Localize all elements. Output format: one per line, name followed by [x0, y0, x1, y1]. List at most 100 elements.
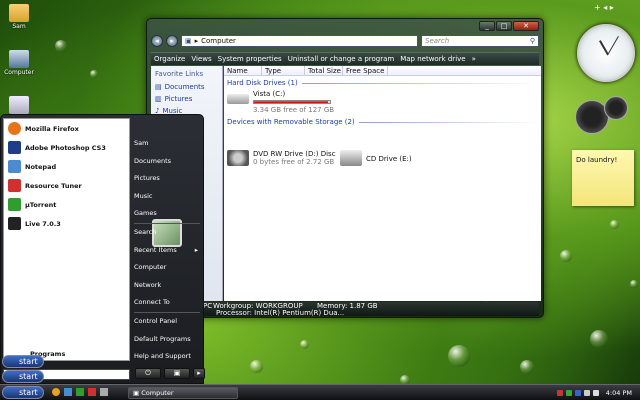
navigation-bar: ◂ ▸ ▣ ▸ Computer Search ⚲	[151, 34, 539, 48]
views-button[interactable]: Views	[191, 55, 211, 63]
taskbar: start ▣ Computer 4:04 PM	[0, 384, 640, 400]
firefox-icon	[8, 122, 21, 135]
desktop-icon-label: Sam	[12, 23, 26, 30]
pictures-icon: ▥	[155, 95, 162, 103]
address-text: Computer	[201, 37, 236, 45]
program-resource-tuner[interactable]: Resource Tuner	[4, 176, 129, 195]
close-button[interactable]: ✕	[513, 21, 539, 31]
address-arrow-icon: ▸	[194, 37, 199, 45]
desktop-icon-computer[interactable]: Computer	[2, 50, 36, 76]
note-text: Do laundry!	[576, 156, 618, 164]
program-notepad[interactable]: Notepad	[4, 157, 129, 176]
start-button-ghost: start	[2, 370, 44, 383]
memory-meter-gadget	[604, 96, 628, 120]
volume-icon[interactable]	[592, 390, 599, 396]
link-user[interactable]: Sam	[134, 135, 204, 153]
sidebar-controls[interactable]: + ◂ ▸	[594, 3, 614, 12]
drive-d[interactable]: DVD RW Drive (D:) Disc 0 bytes free of 2…	[227, 150, 336, 166]
quick-launch-icon[interactable]	[88, 388, 96, 396]
power-controls: ⏻ ▣ ▸	[135, 368, 205, 379]
quick-launch-icon[interactable]	[64, 388, 72, 396]
link-computer[interactable]: Computer	[134, 259, 204, 277]
tray-icon[interactable]	[583, 390, 590, 396]
drive-free-text: 0 bytes free of 2.72 GB	[253, 158, 335, 166]
column-total-size[interactable]: Total Size	[305, 66, 343, 75]
group-hard-disk-drives[interactable]: Hard Disk Drives (1)	[224, 76, 541, 87]
link-control-panel[interactable]: Control Panel	[134, 313, 204, 331]
program-utorrent[interactable]: µTorrent	[4, 195, 129, 214]
desktop-icon-label: Computer	[4, 69, 34, 76]
column-type[interactable]: Type	[262, 66, 305, 75]
forward-button[interactable]: ▸	[166, 35, 178, 47]
minimize-button[interactable]: _	[479, 21, 495, 31]
hard-disk-icon	[227, 94, 249, 104]
program-firefox[interactable]: Mozilla Firefox	[4, 119, 129, 138]
system-properties-button[interactable]: System properties	[218, 55, 282, 63]
start-button-ghost: start	[2, 355, 44, 368]
drive-e[interactable]: CD Drive (E:)	[340, 150, 412, 166]
link-search[interactable]: Search	[134, 224, 204, 242]
start-menu-links: Sam Documents Pictures Music Games Searc…	[134, 135, 204, 366]
start-menu[interactable]: Mozilla Firefox Adobe Photoshop CS3 Note…	[0, 114, 205, 384]
pinned-programs: Mozilla Firefox Adobe Photoshop CS3 Note…	[3, 118, 130, 361]
drive-c[interactable]: Vista (C:) 3.34 GB free of 127 GB	[227, 90, 334, 114]
power-options-button[interactable]: ▸	[193, 368, 205, 379]
desktop-icon-recycle-bin[interactable]	[2, 96, 36, 115]
quick-launch-icon[interactable]	[100, 388, 108, 396]
quick-launch-icon[interactable]	[76, 388, 84, 396]
link-documents[interactable]: Documents	[134, 153, 204, 171]
uninstall-program-button[interactable]: Uninstall or change a program	[288, 55, 395, 63]
start-button[interactable]: start	[2, 386, 44, 399]
utorrent-icon	[8, 198, 21, 211]
address-bar[interactable]: ▣ ▸ Computer	[181, 35, 418, 47]
link-network[interactable]: Network	[134, 277, 204, 295]
program-photoshop[interactable]: Adobe Photoshop CS3	[4, 138, 129, 157]
quick-launch-icon[interactable]	[52, 388, 60, 396]
organize-button[interactable]: Organize	[154, 55, 185, 63]
link-connect-to[interactable]: Connect To	[134, 294, 204, 312]
explorer-window[interactable]: _ □ ✕ ◂ ▸ ▣ ▸ Computer Search ⚲ Organize…	[146, 18, 544, 318]
clock-time[interactable]: 4:04 PM	[606, 389, 632, 397]
dvd-drive-icon	[227, 150, 249, 166]
submenu-arrow-icon: ▸	[194, 245, 198, 254]
link-pictures[interactable]: Pictures	[134, 170, 204, 188]
favorite-link-documents[interactable]: ▤ Documents	[151, 81, 222, 93]
taskbar-button-computer[interactable]: ▣ Computer	[128, 387, 238, 399]
notes-gadget[interactable]: Do laundry!	[572, 150, 634, 206]
link-games[interactable]: Games	[134, 205, 204, 223]
link-default-programs[interactable]: Default Programs	[134, 331, 204, 349]
more-commands-button[interactable]: »	[472, 55, 476, 63]
photoshop-icon	[8, 141, 21, 154]
program-live[interactable]: Live 7.0.3	[4, 214, 129, 233]
tray-icon[interactable]	[556, 390, 563, 396]
clock-gadget	[577, 24, 635, 82]
group-removable-storage[interactable]: Devices with Removable Storage (2)	[224, 115, 541, 126]
drive-free-text: 3.34 GB free of 127 GB	[253, 106, 335, 114]
column-headers: Name Type Total Size Free Space	[224, 66, 541, 76]
back-button[interactable]: ◂	[151, 35, 163, 47]
notepad-icon	[8, 160, 21, 173]
drive-name: CD Drive (E:)	[366, 155, 412, 163]
column-free-space[interactable]: Free Space	[343, 66, 388, 75]
documents-icon: ▤	[155, 83, 162, 91]
favorite-link-pictures[interactable]: ▥ Pictures	[151, 93, 222, 105]
link-recent-items[interactable]: Recent Items ▸	[134, 242, 204, 260]
link-music[interactable]: Music	[134, 188, 204, 206]
tray-icon[interactable]	[565, 390, 572, 396]
column-name[interactable]: Name	[224, 66, 262, 75]
maximize-button[interactable]: □	[496, 21, 512, 31]
recycle-bin-icon	[9, 96, 29, 114]
computer-icon	[9, 50, 29, 68]
details-pane: PC Workgroup: WORKGROUP Memory: 1.87 GB …	[151, 302, 539, 317]
cd-drive-icon	[340, 150, 362, 166]
drive-name: Vista (C:)	[253, 90, 286, 98]
lock-icon[interactable]: ▣	[164, 368, 190, 379]
search-input[interactable]: Search ⚲	[421, 35, 539, 47]
link-help-support[interactable]: Help and Support	[134, 348, 204, 366]
power-icon[interactable]: ⏻	[135, 368, 161, 379]
desktop-icon-user[interactable]: Sam	[2, 4, 36, 30]
tray-icon[interactable]	[574, 390, 581, 396]
window-controls: _ □ ✕	[479, 21, 539, 31]
map-network-drive-button[interactable]: Map network drive	[400, 55, 465, 63]
clock-minute-hand	[607, 35, 619, 56]
